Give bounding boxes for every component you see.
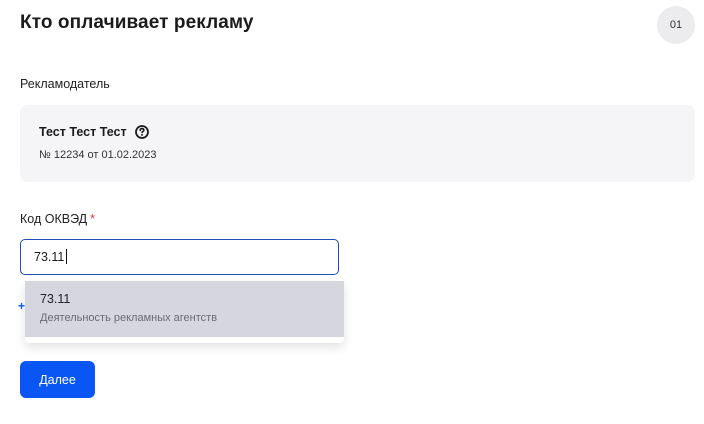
okved-suggestions-dropdown: 73.11 Деятельность рекламных агентств	[25, 281, 344, 343]
okved-label-text: Код ОКВЭД	[20, 212, 88, 226]
question-circle-icon[interactable]	[134, 124, 150, 140]
advertiser-card: Тест Тест Тест № 12234 от 01.02.2023	[20, 105, 695, 182]
option-code: 73.11	[40, 292, 71, 306]
text-caret	[66, 249, 67, 264]
advertiser-contract: № 12234 от 01.02.2023	[39, 149, 157, 161]
okved-input[interactable]	[34, 240, 324, 273]
step-badge: 01	[657, 6, 695, 44]
okved-input-wrapper[interactable]	[20, 239, 339, 275]
option-description: Деятельность рекламных агентств	[40, 312, 218, 324]
question-circle-icon-graphic	[134, 125, 149, 139]
advertiser-name: Тест Тест Тест	[39, 125, 127, 139]
okved-field-label: Код ОКВЭД *	[20, 212, 95, 226]
required-mark: *	[90, 212, 95, 226]
advertiser-name-row: Тест Тест Тест	[39, 124, 150, 140]
page-title: Кто оплачивает рекламу	[20, 12, 254, 33]
okved-suggestion-option[interactable]: 73.11 Деятельность рекламных агентств	[25, 281, 344, 337]
next-button[interactable]: Далее	[20, 361, 95, 398]
advertiser-section-label: Рекламодатель	[20, 77, 110, 91]
